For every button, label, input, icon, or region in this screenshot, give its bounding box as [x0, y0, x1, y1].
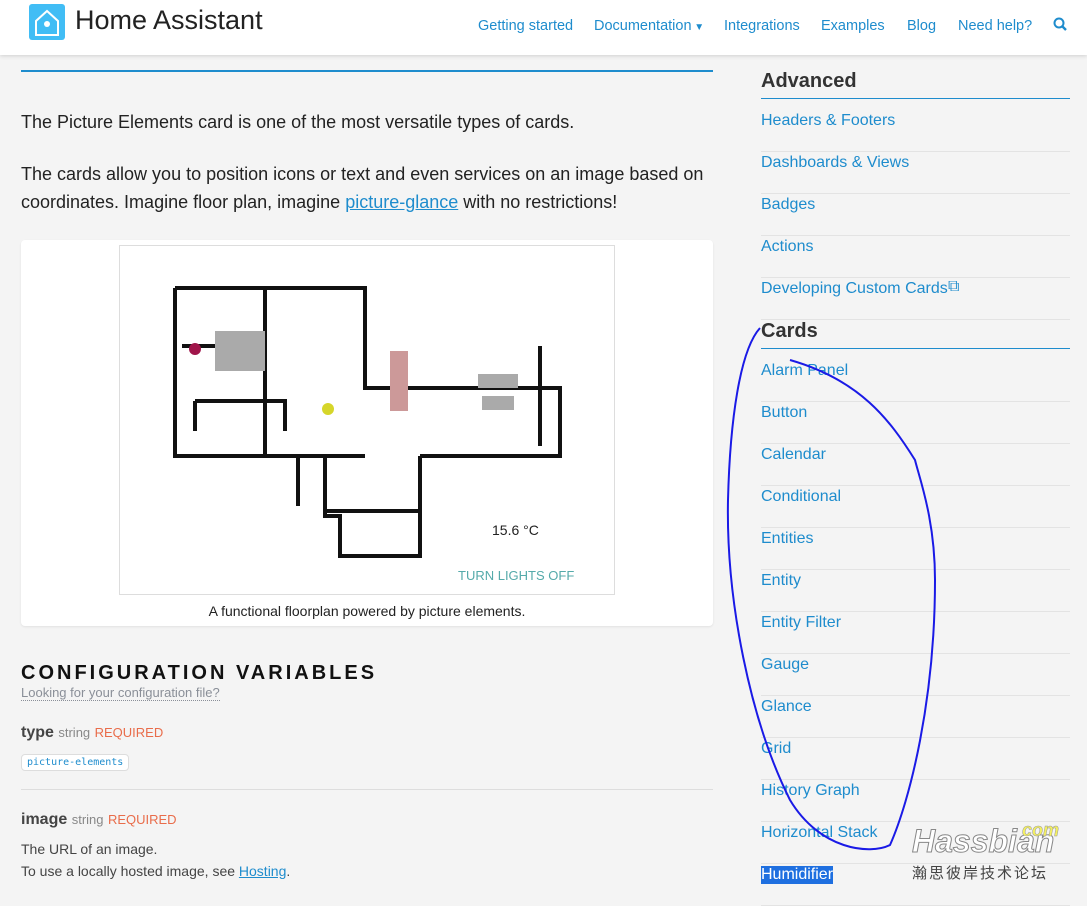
sidebar-item-label: Glance [761, 698, 812, 715]
sidebar-item-label: Headers & Footers [761, 112, 896, 129]
hassbian-watermark: Hassbian com 瀚思彼岸技术论坛 [911, 820, 1059, 883]
var-name: image [21, 811, 68, 828]
sidebar-rule [761, 98, 1070, 99]
var-image: image string REQUIRED [21, 811, 177, 829]
picture-glance-link[interactable]: picture-glance [345, 192, 458, 212]
sidebar-item-entity[interactable]: Entity [761, 570, 1070, 612]
sidebar-item-label: Entities [761, 530, 814, 547]
sidebar-item-label: Entity [761, 572, 802, 589]
sidebar-item-conditional[interactable]: Conditional [761, 486, 1070, 528]
sidebar-item-label: Actions [761, 238, 814, 255]
var-type-label: string [71, 812, 104, 827]
floorplan-caption: A functional floorplan powered by pictur… [208, 603, 526, 619]
sidebar-item-developing-custom-cards[interactable]: Developing Custom Cards ⧉ [761, 278, 1070, 320]
external-link-icon: ⧉ [948, 278, 960, 295]
sidebar-rule [761, 348, 1070, 349]
sidebar-heading-cards: Cards [761, 320, 818, 342]
floorplan-image: 15.6 °C TURN LIGHTS OFF [119, 245, 615, 595]
sidebar-item-headers-footers[interactable]: Headers & Footers [761, 110, 1070, 152]
top-header: Home Assistant Getting started Documenta… [0, 0, 1087, 55]
var-type-label: string [58, 725, 91, 740]
nav-getting-started[interactable]: Getting started [478, 18, 573, 34]
required-badge: REQUIRED [107, 812, 177, 827]
sidebar-item-gauge[interactable]: Gauge [761, 654, 1070, 696]
description-paragraph: The cards allow you to position icons or… [21, 160, 721, 216]
sidebar-item-label: Conditional [761, 488, 842, 505]
divider [21, 789, 713, 790]
sidebar-item-label: Grid [761, 740, 792, 757]
sidebar-item-label: Badges [761, 196, 816, 213]
type-value-code: picture-elements [21, 754, 130, 771]
sidebar-item-calendar[interactable]: Calendar [761, 444, 1070, 486]
nav-need-help[interactable]: Need help? [958, 18, 1032, 34]
sidebar-item-label: Entity Filter [761, 614, 842, 631]
brand-title[interactable]: Home Assistant [75, 5, 263, 36]
sidebar-item-grid[interactable]: Grid [761, 738, 1070, 780]
sidebar-item-label: Button [761, 404, 808, 421]
sidebar-heading-advanced: Advanced [761, 70, 857, 92]
nav-integrations[interactable]: Integrations [724, 18, 800, 34]
config-title: CONFIGURATION VARIABLES [21, 662, 378, 684]
sidebar-item-label: Horizontal Stack [761, 824, 878, 841]
sidebar-item-history-graph[interactable]: History Graph [761, 780, 1070, 822]
caret-down-icon: ▼ [691, 22, 705, 33]
var-name: type [21, 724, 54, 741]
note-text: To use a locally hosted image, see [21, 863, 239, 879]
required-badge: REQUIRED [94, 725, 164, 740]
nav-examples[interactable]: Examples [821, 18, 885, 34]
sidebar-item-label: Calendar [761, 446, 826, 463]
turn-lights-off-button[interactable]: TURN LIGHTS OFF [458, 568, 574, 583]
var-type: type string REQUIRED [21, 724, 163, 742]
search-icon[interactable] [1053, 17, 1067, 35]
sidebar-item-dashboards-views[interactable]: Dashboards & Views [761, 152, 1070, 194]
nav-documentation[interactable]: Documentation ▼ [594, 18, 704, 34]
watermark-com: com [1022, 820, 1060, 841]
sidebar-item-actions[interactable]: Actions [761, 236, 1070, 278]
home-assistant-logo-icon[interactable] [29, 4, 65, 40]
sidebar-item-button[interactable]: Button [761, 402, 1070, 444]
image-description: The URL of an image. [21, 841, 158, 857]
sidebar-item-glance[interactable]: Glance [761, 696, 1070, 738]
sidebar-item-label: Gauge [761, 656, 810, 673]
hosting-link[interactable]: Hosting [239, 863, 286, 879]
sidebar-item-label: Alarm Panel [761, 362, 849, 379]
sidebar-item-label: History Graph [761, 782, 860, 799]
nav-blog[interactable]: Blog [907, 18, 936, 34]
sidebar-item-badges[interactable]: Badges [761, 194, 1070, 236]
config-file-link[interactable]: Looking for your configuration file? [21, 685, 220, 701]
floorplan-card: 15.6 °C TURN LIGHTS OFF A functional flo… [21, 240, 713, 626]
section-divider [21, 70, 713, 72]
image-hosting-note: To use a locally hosted image, see Hosti… [21, 863, 290, 879]
sidebar-item-alarm-panel[interactable]: Alarm Panel [761, 360, 1070, 402]
watermark-cn: 瀚思彼岸技术论坛 [912, 865, 1049, 882]
intro-text: The Picture Elements card is one of the … [21, 112, 575, 132]
sidebar-item-label: Humidifier [761, 866, 834, 884]
sidebar-item-label: Developing Custom Cards [761, 280, 948, 297]
para-text-end: with no restrictions! [458, 192, 618, 212]
sidebar-item-entities[interactable]: Entities [761, 528, 1070, 570]
sidebar-item-label: Dashboards & Views [761, 154, 910, 171]
sidebar-item-entity-filter[interactable]: Entity Filter [761, 612, 1070, 654]
nav-documentation-label: Documentation [594, 18, 692, 34]
note-end: . [286, 863, 291, 879]
temperature-label: 15.6 °C [492, 522, 539, 538]
